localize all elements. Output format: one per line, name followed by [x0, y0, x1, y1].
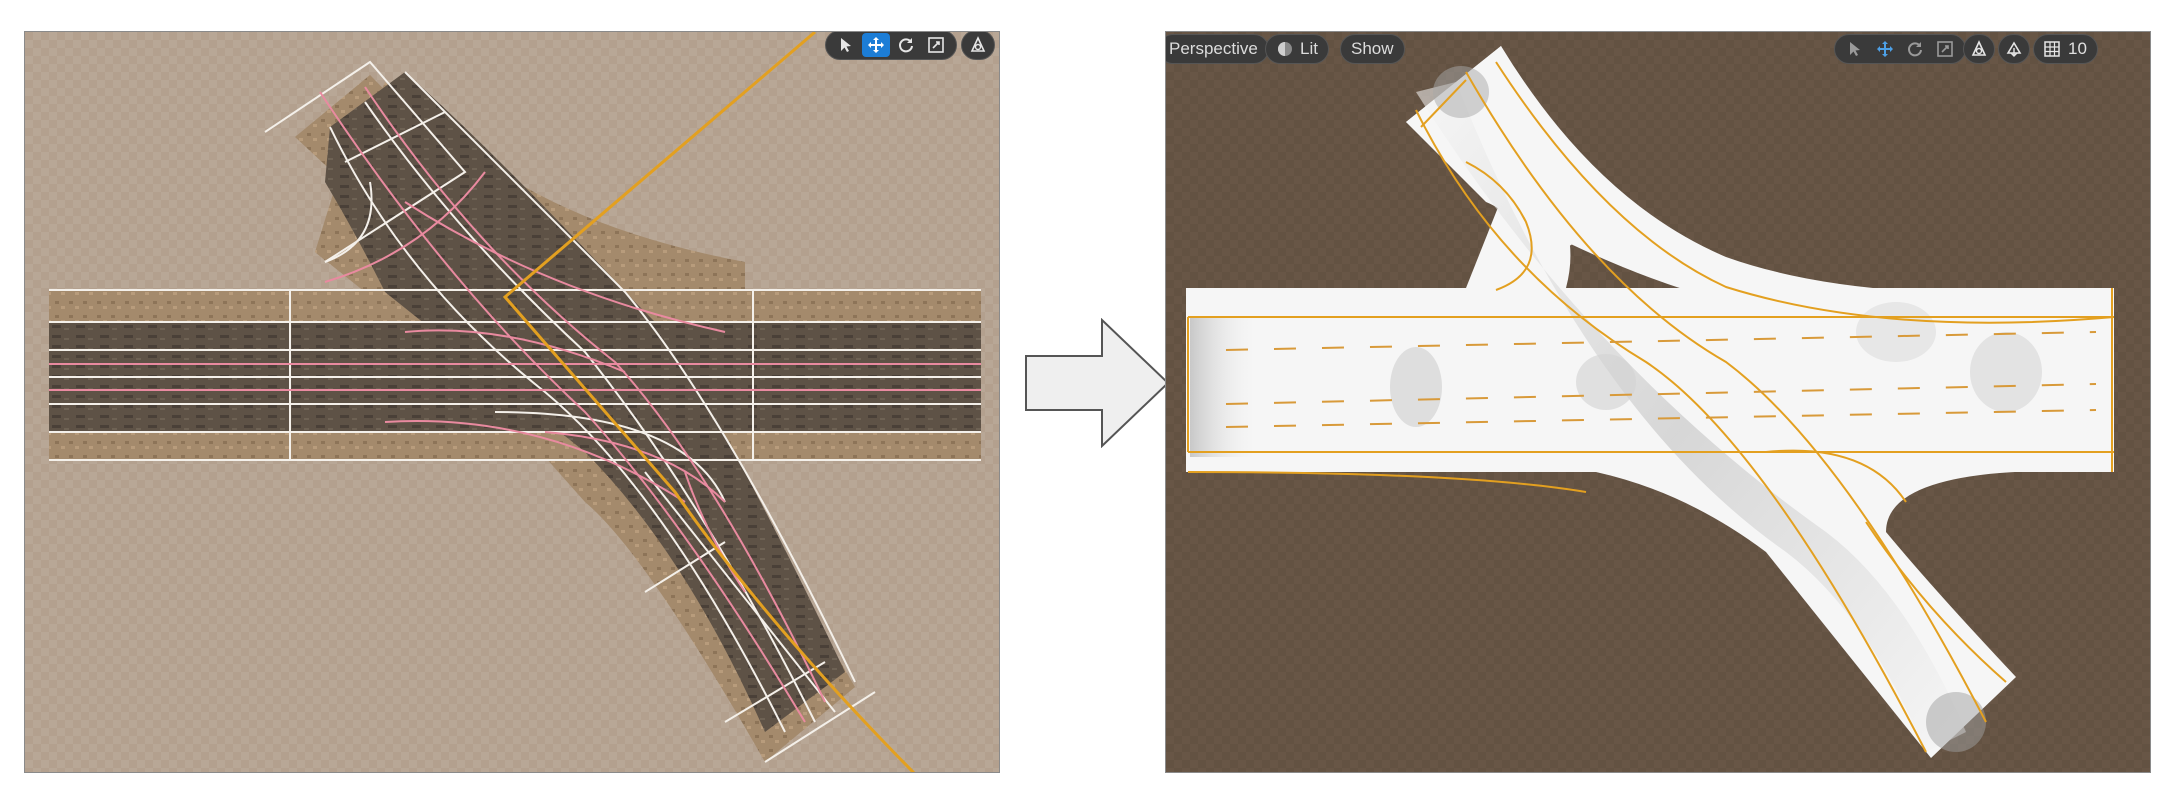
scale-tool-button[interactable]	[922, 33, 950, 57]
grid-snap-button[interactable]	[2040, 37, 2064, 61]
rotate-tool-button[interactable]	[892, 33, 920, 57]
grid-snap-value[interactable]: 10	[2066, 39, 2091, 59]
move-tool-button[interactable]	[862, 33, 890, 57]
lit-label: Lit	[1300, 39, 1318, 58]
road-asphalt	[49, 72, 981, 732]
rotate-icon	[1908, 42, 1922, 57]
right-viewport[interactable]: Perspective Lit Show 10	[1165, 31, 2151, 773]
camera-speed-button[interactable]	[966, 33, 990, 57]
rotate-tool-button[interactable]	[1901, 37, 1929, 61]
move-icon	[868, 37, 884, 53]
show-label: Show	[1351, 39, 1394, 58]
camera-speed-icon	[1971, 40, 1987, 56]
surface-snap-button[interactable]	[2002, 37, 2026, 61]
camera-speed-button[interactable]	[1967, 37, 1991, 61]
perspective-label: Perspective	[1169, 39, 1258, 58]
select-icon	[841, 38, 851, 52]
select-icon	[1850, 42, 1860, 56]
show-button[interactable]: Show	[1340, 34, 1405, 64]
grid-snap-group: 10	[2033, 34, 2098, 64]
surface-snap-icon	[2006, 41, 2022, 57]
right-transform-toolbar	[1834, 34, 1966, 64]
select-tool-button[interactable]	[832, 33, 860, 57]
surface-snap-group	[1998, 34, 2030, 64]
move-tool-button[interactable]	[1871, 37, 1899, 61]
left-viewport[interactable]	[24, 31, 1000, 773]
perspective-button[interactable]: Perspective	[1166, 34, 1269, 64]
transform-toolbar	[825, 32, 957, 60]
camera-speed-icon	[970, 36, 986, 52]
scale-icon	[1937, 41, 1953, 57]
camera-speed-group	[1963, 34, 1995, 64]
scale-icon	[928, 37, 944, 53]
grid-icon	[2044, 41, 2060, 57]
select-tool-button[interactable]	[1841, 37, 1869, 61]
lit-button[interactable]: Lit	[1265, 34, 1329, 64]
road-intersection-preview[interactable]	[1166, 32, 2151, 773]
road-intersection-textured[interactable]	[25, 32, 1000, 773]
lit-sphere-icon	[1278, 42, 1292, 56]
camera-toolbar	[961, 32, 995, 60]
rotate-icon	[899, 38, 913, 53]
scale-tool-button[interactable]	[1931, 37, 1959, 61]
right-arrow-icon	[1025, 318, 1170, 448]
move-icon	[1877, 41, 1893, 57]
